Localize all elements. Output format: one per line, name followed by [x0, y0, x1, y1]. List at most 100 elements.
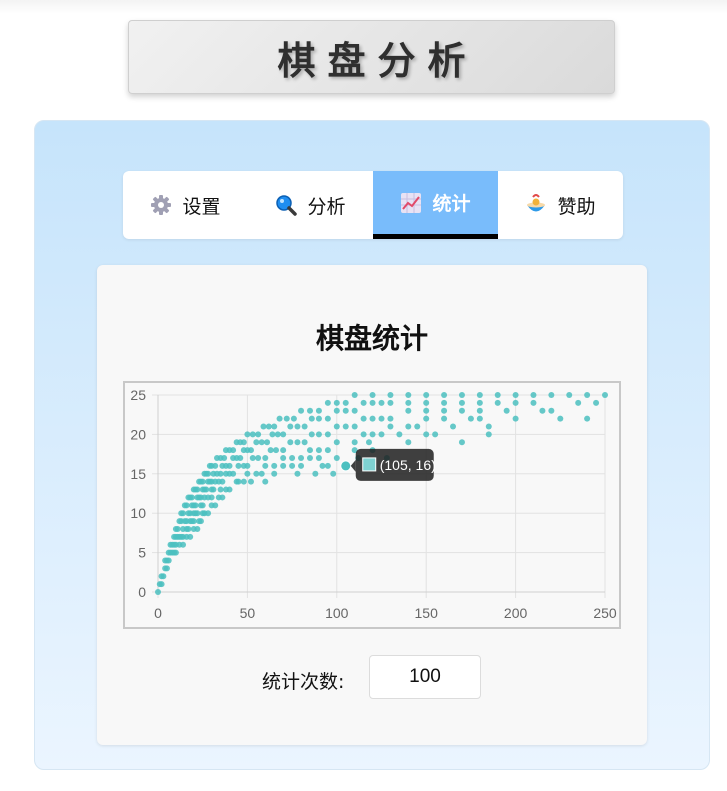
data-point[interactable] — [283, 415, 290, 422]
data-point[interactable] — [247, 447, 254, 454]
data-point[interactable] — [194, 486, 201, 493]
data-point[interactable] — [240, 478, 247, 485]
data-point[interactable] — [494, 392, 501, 398]
data-point[interactable] — [269, 431, 276, 438]
data-point[interactable] — [260, 423, 267, 430]
data-point[interactable] — [212, 502, 219, 509]
scatter-chart[interactable]: 0 50 100 150 200 250 0 5 10 15 20 25 (105, 16) — [125, 383, 619, 627]
data-point[interactable] — [230, 470, 237, 477]
data-point[interactable] — [262, 462, 269, 469]
data-point[interactable] — [280, 431, 287, 438]
data-point[interactable] — [183, 502, 190, 509]
data-point[interactable] — [602, 392, 608, 398]
data-point[interactable] — [423, 407, 430, 414]
data-point[interactable] — [219, 478, 226, 485]
data-point[interactable] — [158, 581, 165, 588]
data-point[interactable] — [458, 407, 465, 414]
data-point[interactable] — [180, 510, 187, 517]
data-point[interactable] — [360, 415, 367, 422]
data-point[interactable] — [476, 399, 483, 406]
data-point[interactable] — [280, 447, 287, 454]
data-point[interactable] — [221, 455, 228, 462]
data-point[interactable] — [441, 415, 448, 422]
data-point[interactable] — [244, 470, 251, 477]
data-point[interactable] — [194, 510, 201, 517]
data-point[interactable] — [208, 494, 215, 501]
data-point[interactable] — [315, 455, 322, 462]
data-point[interactable] — [333, 455, 340, 462]
data-point[interactable] — [405, 399, 412, 406]
data-point[interactable] — [405, 423, 412, 430]
data-point[interactable] — [197, 518, 204, 525]
data-point[interactable] — [557, 415, 564, 422]
data-point[interactable] — [548, 407, 555, 414]
data-point[interactable] — [274, 431, 281, 438]
data-point[interactable] — [342, 423, 349, 430]
data-point[interactable] — [530, 399, 537, 406]
data-point[interactable] — [351, 407, 358, 414]
data-point[interactable] — [165, 557, 172, 564]
data-point[interactable] — [308, 415, 315, 422]
data-point[interactable] — [258, 470, 265, 477]
data-point[interactable] — [319, 462, 326, 469]
data-point[interactable] — [378, 431, 385, 438]
data-point[interactable] — [351, 423, 358, 430]
data-point[interactable] — [324, 447, 331, 454]
data-point[interactable] — [203, 486, 210, 493]
data-point[interactable] — [217, 470, 224, 477]
data-point[interactable] — [244, 431, 251, 438]
data-point[interactable] — [290, 415, 297, 422]
data-point[interactable] — [423, 431, 430, 438]
data-point[interactable] — [584, 415, 591, 422]
data-point[interactable] — [210, 486, 217, 493]
data-point[interactable] — [330, 470, 337, 477]
data-point[interactable] — [378, 399, 385, 406]
data-point[interactable] — [458, 392, 465, 398]
data-point[interactable] — [387, 415, 394, 422]
data-point[interactable] — [249, 431, 256, 438]
data-point[interactable] — [458, 399, 465, 406]
data-point[interactable] — [315, 431, 322, 438]
tab-analysis[interactable]: 分析 — [248, 171, 373, 239]
data-point[interactable] — [271, 470, 278, 477]
data-point[interactable] — [485, 423, 492, 430]
data-point[interactable] — [247, 478, 254, 485]
data-point[interactable] — [180, 541, 187, 548]
data-point[interactable] — [294, 470, 301, 477]
data-point[interactable] — [584, 392, 591, 398]
data-point[interactable] — [333, 423, 340, 430]
data-point[interactable] — [512, 415, 519, 422]
data-point[interactable] — [324, 462, 331, 469]
data-point[interactable] — [287, 439, 294, 446]
data-point[interactable] — [294, 423, 301, 430]
data-point[interactable] — [342, 407, 349, 414]
data-point[interactable] — [289, 455, 296, 462]
data-point[interactable] — [185, 525, 192, 532]
data-point[interactable] — [306, 455, 313, 462]
data-point[interactable] — [276, 415, 283, 422]
data-point[interactable] — [423, 392, 430, 398]
data-point[interactable] — [271, 462, 278, 469]
data-point[interactable] — [467, 415, 474, 422]
data-point[interactable] — [298, 462, 305, 469]
data-point[interactable] — [244, 462, 251, 469]
data-point[interactable] — [485, 431, 492, 438]
data-point[interactable] — [405, 439, 412, 446]
data-point[interactable] — [387, 399, 394, 406]
data-point[interactable] — [265, 423, 272, 430]
data-point[interactable] — [163, 565, 170, 572]
data-point[interactable] — [271, 423, 278, 430]
data-point[interactable] — [230, 447, 237, 454]
data-point[interactable] — [287, 423, 294, 430]
data-point[interactable] — [512, 392, 519, 398]
data-point[interactable] — [205, 470, 212, 477]
data-point[interactable] — [262, 478, 269, 485]
data-point[interactable] — [360, 431, 367, 438]
data-point[interactable] — [298, 455, 305, 462]
data-point[interactable] — [174, 525, 181, 532]
data-point[interactable] — [199, 478, 206, 485]
data-point[interactable] — [324, 399, 331, 406]
data-point[interactable] — [342, 399, 349, 406]
data-point[interactable] — [306, 447, 313, 454]
data-point[interactable] — [530, 392, 537, 398]
